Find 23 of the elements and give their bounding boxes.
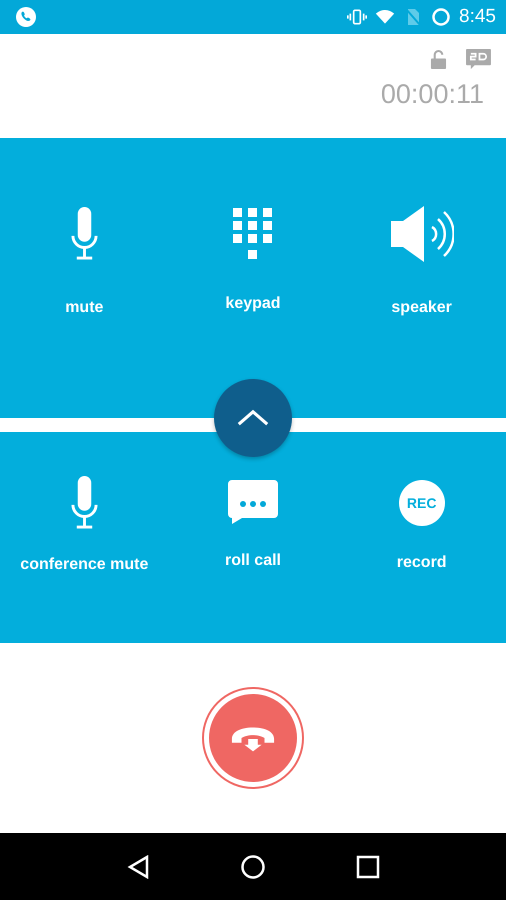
record-badge: REC <box>398 480 445 526</box>
call-control-button[interactable]: conference mute <box>0 472 169 574</box>
call-control-button[interactable]: mute <box>0 193 169 317</box>
unlocked-icon <box>430 49 447 70</box>
call-control-button[interactable]: keypad <box>168 193 338 313</box>
chat-bubble-icon <box>228 480 278 526</box>
recents-icon[interactable] <box>356 854 380 878</box>
call-control-button[interactable]: speaker <box>337 193 506 317</box>
battery-icon <box>431 7 452 27</box>
phone-icon <box>16 7 36 27</box>
call-control-button[interactable]: REC record <box>337 472 506 572</box>
speaker-icon <box>390 205 454 263</box>
microphone-icon <box>70 206 98 262</box>
home-icon[interactable] <box>240 854 265 878</box>
clock: 8:45 <box>459 6 496 28</box>
back-icon[interactable] <box>126 854 150 878</box>
chevron-up-icon <box>237 409 269 427</box>
call-control-button[interactable]: roll call <box>168 472 338 570</box>
keypad-icon <box>232 208 273 260</box>
vibrate-icon <box>347 7 368 27</box>
sd-icon <box>465 48 492 71</box>
call-timer: 00:00:11 <box>380 79 484 110</box>
microphone-icon <box>70 475 98 531</box>
